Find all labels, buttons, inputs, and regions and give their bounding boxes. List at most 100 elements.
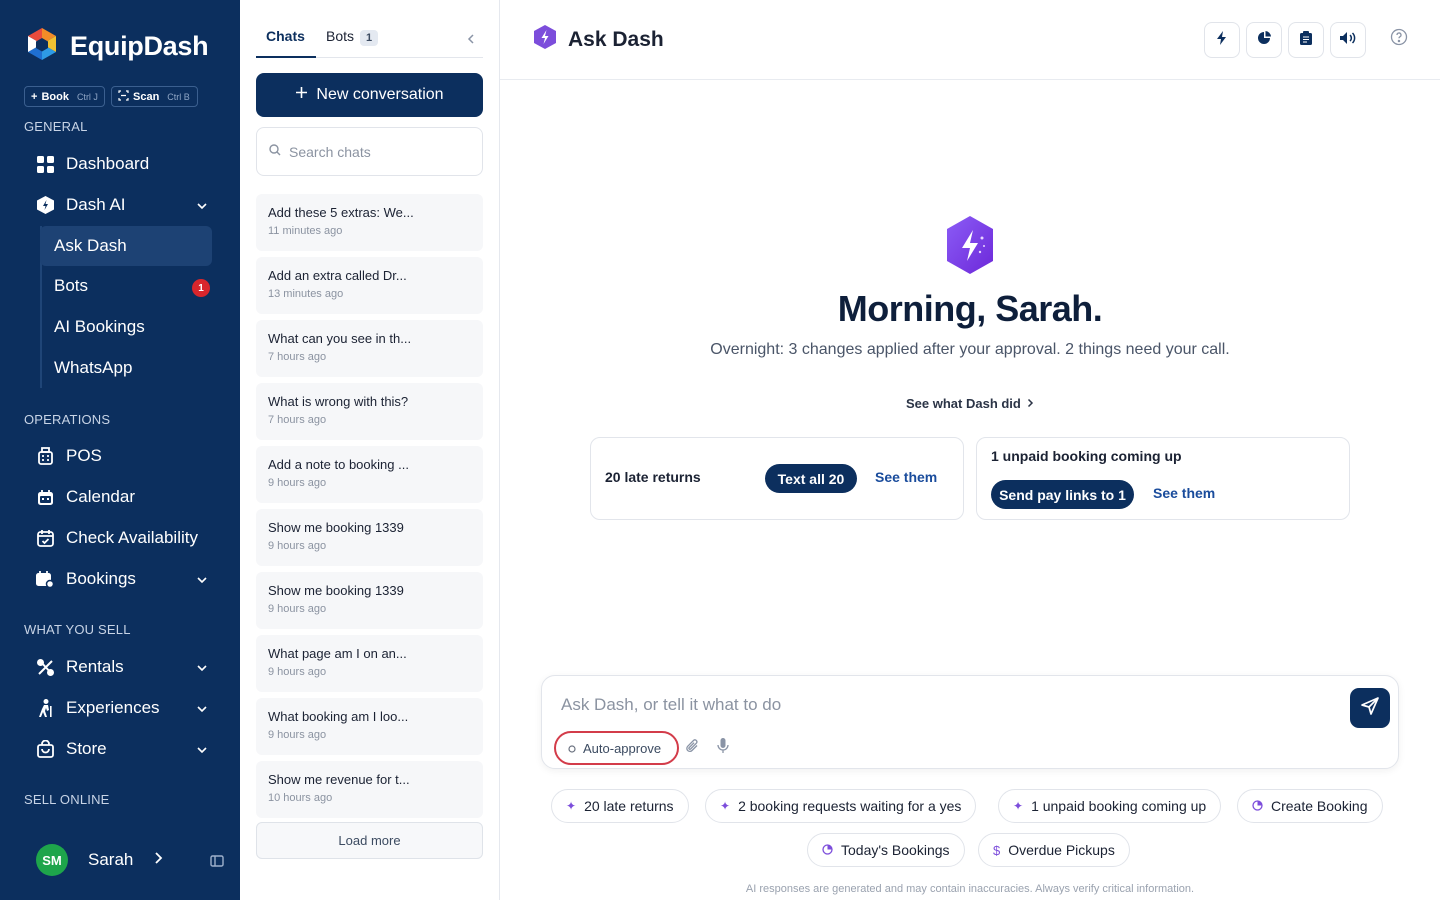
dash-ai-hero-icon [946,216,994,279]
chat-list-item[interactable]: Show me booking 1339 9 hours ago [256,572,483,629]
sidebar-item-pos[interactable]: POS [24,436,216,476]
clipboard-button[interactable] [1288,22,1324,58]
quick-actions-button[interactable] [1204,22,1240,58]
chevron-down-icon[interactable] [196,741,208,761]
pie-chart-icon [1257,30,1271,50]
send-pay-links-button[interactable]: Send pay links to 1 [991,480,1134,509]
load-more-button[interactable]: Load more [256,822,483,859]
sidebar-item-bots[interactable]: Bots 1 [40,266,212,306]
rentals-tools-icon [36,658,54,676]
chat-time: 13 minutes ago [268,288,344,300]
main-header: Ask Dash [500,0,1440,80]
sparkle-icon: ✦ [566,799,577,813]
sidebar-item-ask-dash[interactable]: Ask Dash [40,226,212,266]
chat-list-item[interactable]: What booking am I loo... 9 hours ago [256,698,483,755]
help-icon[interactable] [1390,28,1408,51]
sidebar-item-calendar[interactable]: Calendar [24,477,216,517]
section-operations: OPERATIONS [24,412,111,427]
sidebar-item-dash-ai[interactable]: Dash AI [24,185,216,225]
chat-list-item[interactable]: What can you see in th... 7 hours ago [256,320,483,377]
chat-time: 9 hours ago [268,666,327,678]
tab-bots[interactable]: Bots 1 [326,28,379,46]
sidebar-item-bookings[interactable]: Bookings [24,559,216,599]
quick-book-button[interactable]: + Book Ctrl J [24,86,105,107]
sidebar-item-store[interactable]: Store [24,729,216,769]
user-name: Sarah [88,850,134,869]
sparkle-icon: ✦ [1013,799,1024,813]
sidebar-item-dashboard[interactable]: Dashboard [24,144,216,184]
brand[interactable]: EquipDash [24,26,209,67]
chat-list-item[interactable]: Add these 5 extras: We... 11 minutes ago [256,194,483,251]
sidebar-toggle-icon[interactable] [210,854,224,872]
see-them-link[interactable]: See them [1153,485,1215,501]
sound-button[interactable] [1330,22,1366,58]
chat-title: Add a note to booking ... [268,457,409,472]
dashboard-grid-icon [36,155,54,173]
attach-icon[interactable] [685,738,699,759]
collapse-panel-icon[interactable] [467,32,475,50]
chat-title: Show me revenue for t... [268,772,410,787]
message-input[interactable] [561,695,1321,715]
chevron-down-icon[interactable] [196,571,208,591]
text-all-button[interactable]: Text all 20 [765,464,857,493]
sidebar-item-experiences[interactable]: Experiences [24,688,216,728]
quick-book-shortcut: Ctrl J [76,91,98,102]
see-what-dash-did-link[interactable]: See what Dash did [906,396,1034,411]
quick-scan-button[interactable]: Scan Ctrl B [111,86,198,107]
suggestion-late-returns[interactable]: ✦ 20 late returns [551,789,689,823]
user-menu[interactable]: SM Sarah [36,844,163,876]
sidebar-item-rentals[interactable]: Rentals [24,647,216,687]
suggestion-overdue-pickups[interactable]: $ Overdue Pickups [978,833,1130,867]
chevron-down-icon[interactable] [196,659,208,679]
sidebar-item-label: Calendar [66,487,135,506]
see-what-dash-did-label: See what Dash did [906,396,1021,411]
section-sell-online: SELL ONLINE [24,792,110,807]
sidebar-item-ai-bookings[interactable]: AI Bookings [40,307,212,347]
suggestion-create-booking[interactable]: Create Booking [1237,789,1383,823]
chat-list-item[interactable]: What page am I on an... 9 hours ago [256,635,483,692]
suggestion-todays-bookings[interactable]: Today's Bookings [807,833,965,867]
chat-title: Add an extra called Dr... [268,268,407,283]
search-icon [269,143,281,161]
chevron-down-icon[interactable] [196,700,208,720]
scan-icon [118,89,129,104]
chat-list-item[interactable]: What is wrong with this? 7 hours ago [256,383,483,440]
chat-time: 7 hours ago [268,414,327,426]
active-tab-indicator [256,56,316,58]
chat-list-item[interactable]: Add a note to booking ... 9 hours ago [256,446,483,503]
quick-book-label: Book [41,90,69,103]
chat-time: 9 hours ago [268,729,327,741]
chat-list-item[interactable]: Show me booking 1339 9 hours ago [256,509,483,566]
auto-approve-label: Auto-approve [583,740,662,756]
auto-approve-toggle[interactable]: Auto-approve [554,731,679,765]
sidebar-item-whatsapp[interactable]: WhatsApp [40,348,212,388]
reports-button[interactable] [1246,22,1282,58]
see-them-link[interactable]: See them [875,469,937,485]
tab-chats[interactable]: Chats [266,28,305,44]
avatar: SM [36,844,68,876]
chevron-up-icon[interactable] [196,197,208,217]
speaker-icon [1340,31,1356,50]
plus-icon: + [31,90,38,103]
new-conversation-button[interactable]: New conversation [256,73,483,117]
section-what-you-sell: WHAT YOU SELL [24,622,131,637]
tab-bots-label: Bots [326,28,355,44]
sidebar: EquipDash + Book Ctrl J Scan Ctrl B GENE… [0,0,240,900]
suggestion-unpaid-booking[interactable]: ✦ 1 unpaid booking coming up [998,789,1222,823]
send-button[interactable] [1350,688,1390,728]
suggestion-label: 20 late returns [584,798,674,814]
dash-ai-hex-icon [36,196,54,214]
sidebar-item-label: POS [66,446,102,465]
search-input[interactable] [289,143,469,160]
plus-icon [295,86,308,104]
suggestion-booking-requests[interactable]: ✦ 2 booking requests waiting for a yes [705,789,977,823]
microphone-icon[interactable] [717,738,729,759]
dash-ai-hex-icon [534,25,556,55]
chat-list-item[interactable]: Add an extra called Dr... 13 minutes ago [256,257,483,314]
sidebar-item-check-availability[interactable]: Check Availability [24,518,216,558]
sidebar-item-label: Experiences [66,698,160,717]
pie-chart-icon [1252,798,1263,814]
suggestion-label: Today's Bookings [841,842,950,858]
chat-list-item[interactable]: Show me revenue for t... 10 hours ago [256,761,483,818]
sparkle-icon: ✦ [720,799,731,813]
